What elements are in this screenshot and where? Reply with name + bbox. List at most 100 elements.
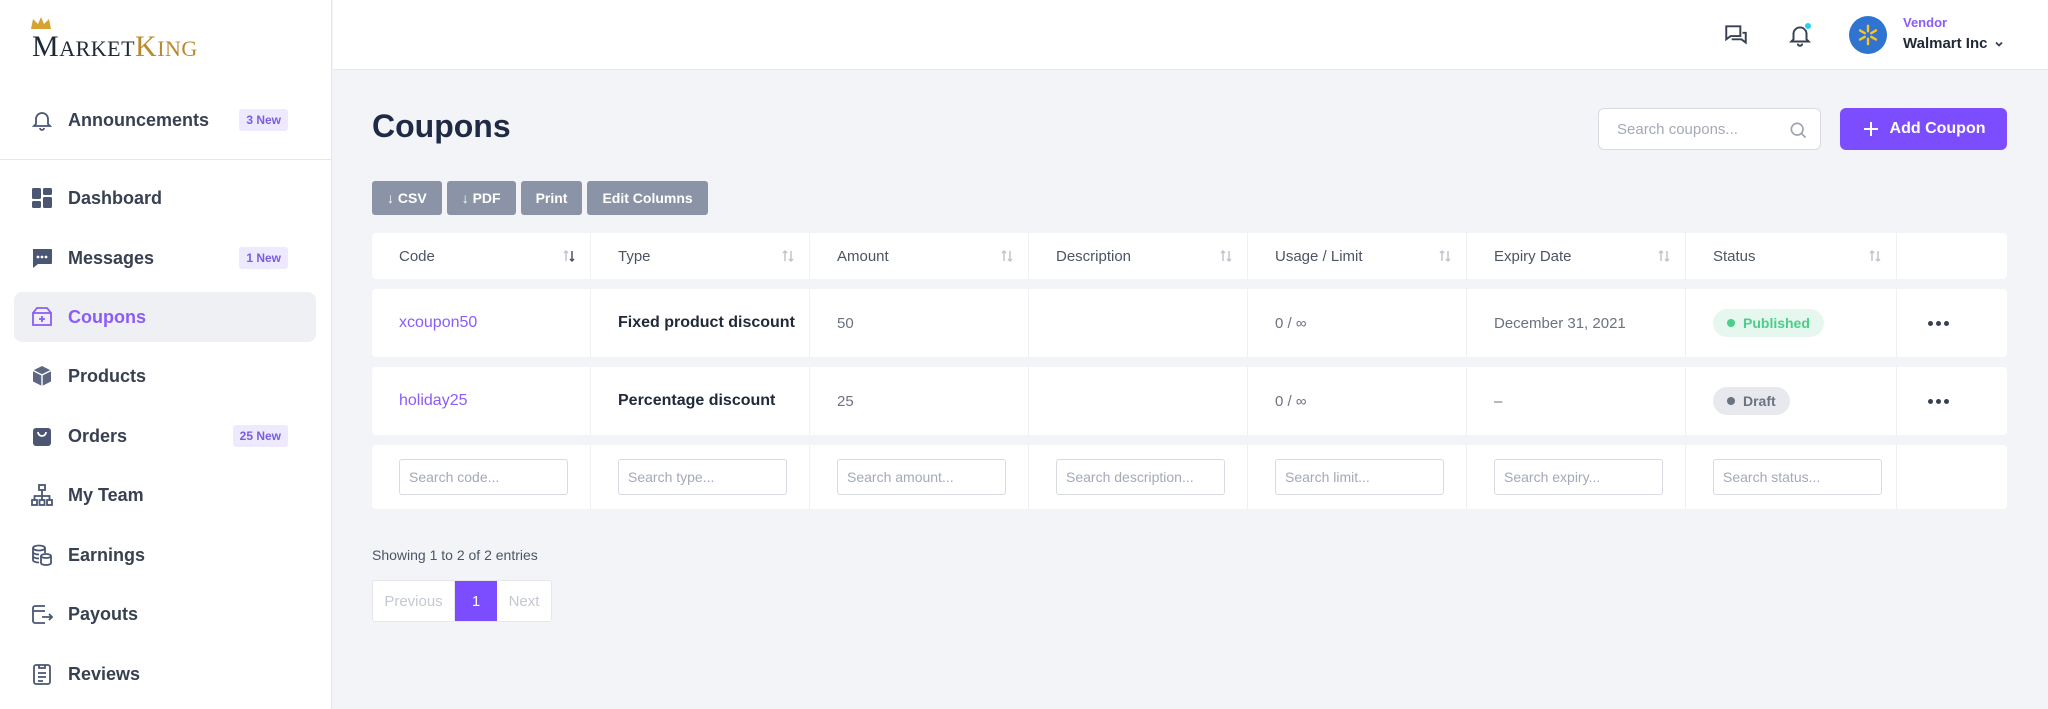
walmart-spark-icon	[1858, 24, 1878, 46]
page-title: Coupons	[372, 108, 511, 144]
top-bar: Vendor Walmart Inc	[333, 0, 2048, 70]
column-header-status[interactable]: Status	[1686, 233, 1897, 279]
sidebar-item-dashboard[interactable]: Dashboard	[14, 173, 316, 223]
column-header-type[interactable]: Type	[591, 233, 810, 279]
sidebar-item-earnings[interactable]: Earnings	[14, 530, 316, 580]
vendor-name: Walmart Inc	[1903, 35, 1988, 52]
chat-icon	[28, 244, 56, 272]
announcements-badge: 3 New	[239, 109, 288, 131]
filter-cell	[810, 445, 1029, 509]
filter-status-input[interactable]	[1713, 459, 1882, 495]
team-icon	[28, 481, 56, 509]
status-dot	[1727, 319, 1735, 327]
sidebar-item-my-team[interactable]: My Team	[14, 470, 316, 520]
pagination-next[interactable]: Next	[497, 581, 551, 621]
filter-cell	[591, 445, 810, 509]
cell-usage: 0 / ∞	[1248, 367, 1467, 435]
dashboard-icon	[28, 184, 56, 212]
chat-icon[interactable]	[1721, 20, 1751, 50]
sidebar-item-label: Orders	[68, 425, 128, 446]
cell-expiry: –	[1467, 367, 1686, 435]
sidebar-item-messages[interactable]: Messages 1 New	[14, 233, 316, 283]
status-badge: Published	[1713, 309, 1824, 337]
bell-icon	[28, 106, 56, 134]
coupon-code-link[interactable]: holiday25	[399, 392, 468, 410]
notification-bell-icon[interactable]	[1785, 20, 1815, 50]
sidebar-item-announcements[interactable]: Announcements 3 New	[14, 95, 316, 145]
add-coupon-label: Add Coupon	[1889, 120, 1986, 137]
filter-description-input[interactable]	[1056, 459, 1225, 495]
search-input[interactable]	[1617, 120, 1777, 138]
add-coupon-button[interactable]: Add Coupon	[1840, 108, 2007, 150]
cell-type: Percentage discount	[591, 367, 810, 435]
filter-row	[372, 445, 2007, 509]
sort-icon	[1001, 249, 1013, 263]
sidebar-item-products[interactable]: Products	[14, 351, 316, 401]
sidebar-divider	[0, 159, 332, 160]
column-header-code[interactable]: Code	[372, 233, 591, 279]
print-button[interactable]: Print	[520, 181, 583, 215]
sidebar-item-label: Earnings	[68, 544, 146, 565]
coupon-code-link[interactable]: xcoupon50	[399, 314, 477, 332]
sort-icon	[1658, 249, 1670, 263]
messages-badge: 1 New	[239, 247, 288, 269]
search-icon[interactable]	[1788, 120, 1808, 145]
filter-cell	[372, 445, 591, 509]
sort-icon	[1220, 249, 1232, 263]
vendor-role: Vendor	[1903, 15, 1948, 30]
column-header-expiry[interactable]: Expiry Date	[1467, 233, 1686, 279]
filter-amount-input[interactable]	[837, 459, 1006, 495]
marketking-logo[interactable]: MARKETKING	[31, 17, 198, 62]
sidebar-item-coupons[interactable]: Coupons	[14, 292, 316, 342]
payout-icon	[28, 600, 56, 628]
sort-icon	[1439, 249, 1451, 263]
edit-columns-button[interactable]: Edit Columns	[587, 181, 708, 215]
notification-dot	[1804, 22, 1812, 30]
export-csv-button[interactable]: ↓ CSV	[372, 181, 442, 215]
table-row: xcoupon50 Fixed product discount 50 0 / …	[372, 289, 2007, 357]
sidebar-item-label: Reviews	[68, 663, 141, 684]
column-header-usage[interactable]: Usage / Limit	[1248, 233, 1467, 279]
filter-cell	[1897, 445, 1987, 509]
review-icon	[28, 660, 56, 688]
sidebar-item-label: Products	[68, 365, 147, 386]
filter-code-input[interactable]	[399, 459, 568, 495]
column-header-amount[interactable]: Amount	[810, 233, 1029, 279]
more-actions-icon[interactable]	[1928, 398, 1949, 404]
column-header-description[interactable]: Description	[1029, 233, 1248, 279]
filter-type-input[interactable]	[618, 459, 787, 495]
plus-icon	[1863, 122, 1878, 136]
status-dot	[1727, 397, 1735, 405]
cell-expiry: December 31, 2021	[1467, 289, 1686, 357]
sidebar-item-reviews[interactable]: Reviews	[14, 649, 316, 699]
cell-code: holiday25	[372, 367, 591, 435]
sidebar-item-payouts[interactable]: Payouts	[14, 589, 316, 639]
export-pdf-button[interactable]: ↓ PDF	[446, 181, 516, 215]
avatar[interactable]	[1849, 16, 1887, 54]
cell-status: Draft	[1686, 367, 1897, 435]
column-header-actions	[1897, 233, 1987, 279]
filter-expiry-input[interactable]	[1494, 459, 1663, 495]
sidebar: MARKETKING Announcements 3 New Dashboard…	[0, 0, 332, 709]
cell-description	[1029, 289, 1248, 357]
filter-cell	[1248, 445, 1467, 509]
pagination-page-1[interactable]: 1	[455, 581, 497, 621]
filter-cell	[1029, 445, 1248, 509]
pagination: Previous 1 Next	[372, 580, 552, 622]
cell-actions	[1897, 367, 1987, 435]
filter-limit-input[interactable]	[1275, 459, 1444, 495]
sort-icon	[563, 249, 575, 263]
cell-amount: 25	[810, 367, 1029, 435]
cell-usage: 0 / ∞	[1248, 289, 1467, 357]
filter-cell	[1686, 445, 1897, 509]
sidebar-item-label: Announcements	[68, 109, 210, 130]
cell-actions	[1897, 289, 1987, 357]
sidebar-item-orders[interactable]: Orders 25 New	[14, 411, 316, 461]
cell-status: Published	[1686, 289, 1897, 357]
box-icon	[28, 362, 56, 390]
pagination-previous[interactable]: Previous	[373, 581, 455, 621]
more-actions-icon[interactable]	[1928, 320, 1949, 326]
orders-badge: 25 New	[232, 425, 288, 447]
vendor-menu[interactable]: Walmart Inc	[1903, 35, 2005, 52]
chevron-down-icon	[1995, 41, 2004, 47]
